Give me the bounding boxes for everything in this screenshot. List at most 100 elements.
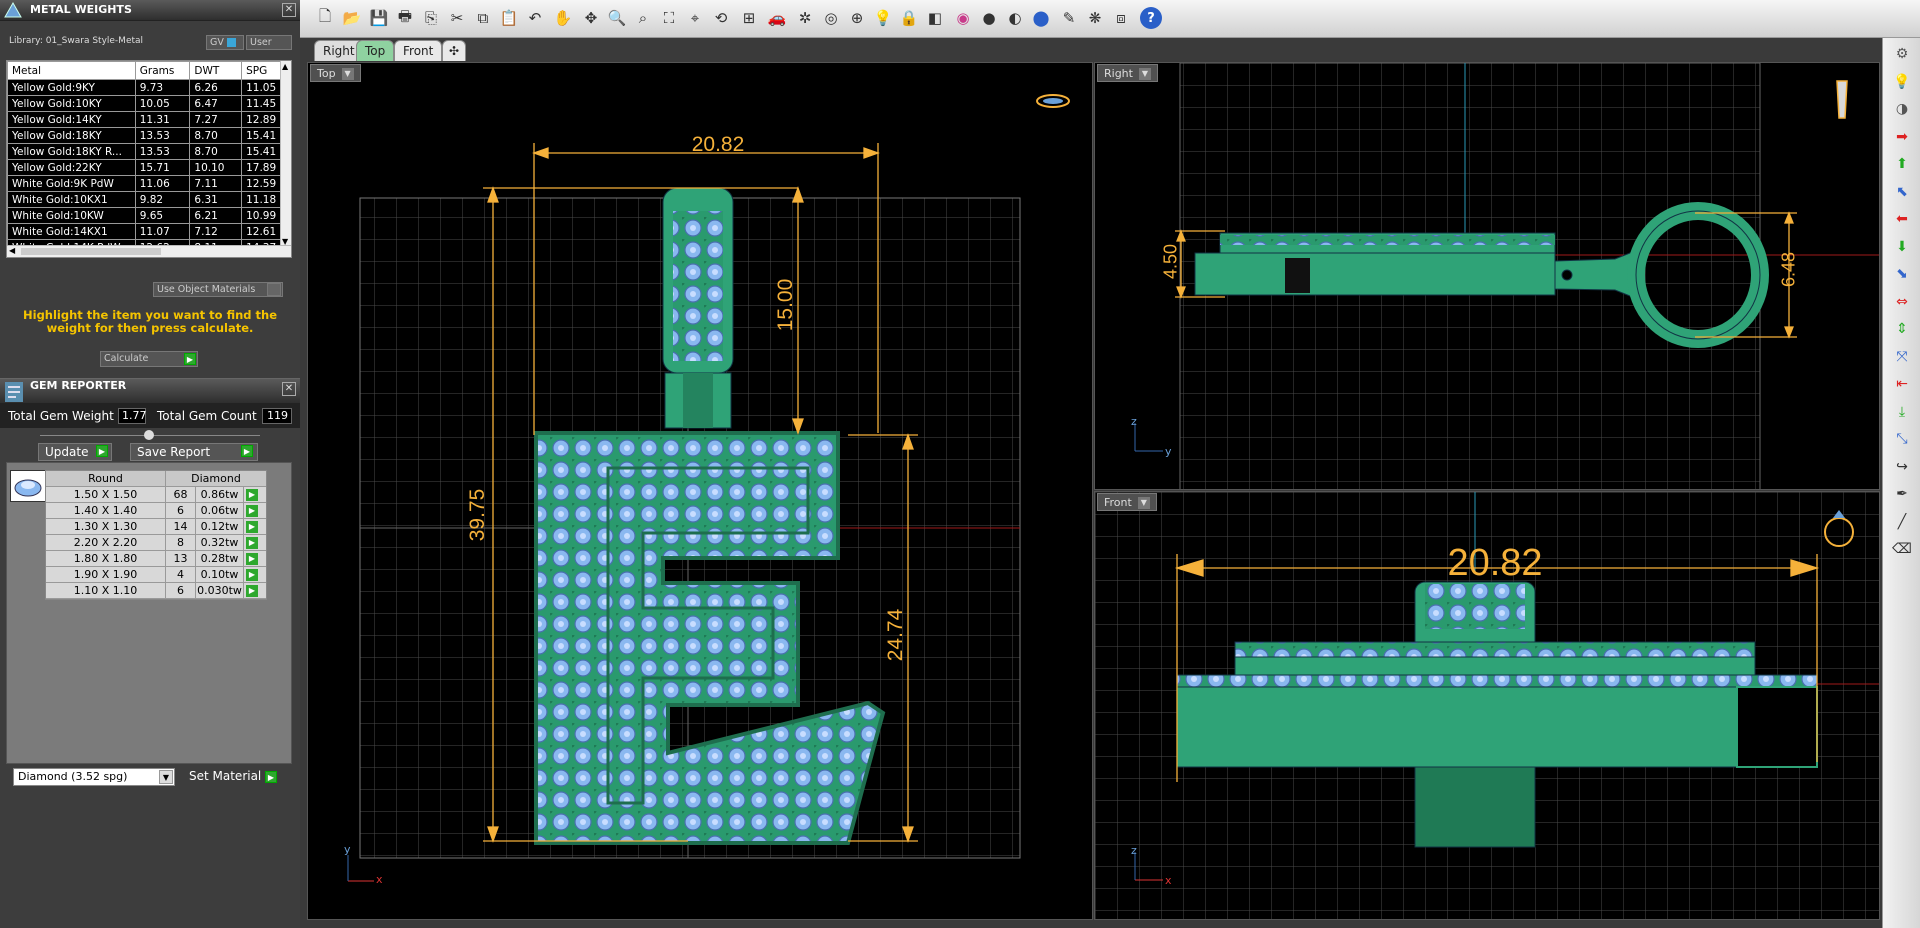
cut-icon[interactable]: ✂ bbox=[446, 7, 468, 29]
move-icon[interactable]: ✥ bbox=[580, 7, 602, 29]
gem-row[interactable]: 1.30 X 1.30 14 0.12tw ▶ bbox=[46, 519, 266, 535]
sphere-icon[interactable]: ◑ bbox=[1891, 99, 1913, 119]
save-report-go-icon[interactable]: ▶ bbox=[241, 445, 253, 457]
round-gem-icon[interactable] bbox=[10, 470, 46, 502]
compress-x-icon[interactable]: ⇤ bbox=[1891, 374, 1913, 394]
stretch-x-icon[interactable]: ⇔ bbox=[1891, 292, 1913, 312]
curve-icon[interactable]: ↪ bbox=[1891, 457, 1913, 477]
chevron-down-icon[interactable]: ▼ bbox=[1137, 497, 1150, 509]
arrow-right-icon[interactable]: ➡ bbox=[1891, 127, 1913, 147]
metal-row[interactable]: Yellow Gold:9KY 9.73 6.26 11.05 bbox=[7, 79, 283, 96]
col-dwt[interactable]: DWT bbox=[189, 61, 243, 80]
help-icon[interactable]: ? bbox=[1140, 7, 1162, 29]
compress-y-icon[interactable]: ⤓ bbox=[1891, 402, 1913, 422]
add-tab-icon[interactable]: ✣ bbox=[442, 40, 467, 61]
col-spg[interactable]: SPG bbox=[241, 61, 283, 80]
scale-down-icon[interactable]: ⬊ bbox=[1891, 264, 1913, 284]
chevron-down-icon[interactable]: ▼ bbox=[1138, 68, 1151, 80]
user-toggle[interactable]: User bbox=[246, 35, 292, 50]
arrow-up-icon[interactable]: ⬆ bbox=[1891, 154, 1913, 174]
gem-row-go-icon[interactable]: ▶ bbox=[244, 583, 260, 598]
metal-row[interactable]: White Gold:10KW 9.65 6.21 10.99 bbox=[7, 207, 283, 224]
gv-toggle[interactable]: GV bbox=[206, 35, 244, 50]
gumball-icon[interactable]: ⊕ bbox=[846, 7, 868, 29]
slider-handle[interactable] bbox=[144, 430, 154, 440]
snap-icon[interactable]: ✲ bbox=[794, 7, 816, 29]
lock-icon[interactable]: 🔒 bbox=[898, 7, 920, 29]
blue-sphere-icon[interactable]: ⬤ bbox=[1030, 7, 1052, 29]
pan-icon[interactable]: ✋ bbox=[552, 7, 574, 29]
copy-icon[interactable]: ⧉ bbox=[472, 7, 494, 29]
metal-table-hscroll[interactable]: ◀ bbox=[7, 245, 291, 257]
metal-row[interactable]: White Gold:14KX1 11.07 7.12 12.61 bbox=[7, 223, 283, 240]
chevron-down-icon[interactable]: ▼ bbox=[159, 770, 173, 784]
color-wheel-icon[interactable]: ◉ bbox=[952, 7, 974, 29]
zoom-selected-icon[interactable]: ⌖ bbox=[684, 7, 706, 29]
viewport-top-label[interactable]: Top ▼ bbox=[310, 64, 361, 82]
highlight-icon[interactable]: ✎ bbox=[1058, 7, 1080, 29]
transform-icon[interactable]: ⧈ bbox=[1110, 7, 1132, 29]
gem-row[interactable]: 2.20 X 2.20 8 0.32tw ▶ bbox=[46, 535, 266, 551]
save-report-button[interactable]: Save Report bbox=[130, 443, 258, 461]
stretch-z-icon[interactable]: ⤧ bbox=[1891, 347, 1913, 367]
viewport-right[interactable]: Right ▼ 4.50 6.48 z y bbox=[1094, 62, 1880, 490]
gem-row[interactable]: 1.80 X 1.80 13 0.28tw ▶ bbox=[46, 551, 266, 567]
viewport-front-label[interactable]: Front ▼ bbox=[1097, 493, 1157, 511]
chevron-down-icon[interactable]: ▼ bbox=[341, 68, 354, 80]
metal-row[interactable]: Yellow Gold:10KY 10.05 6.47 11.45 bbox=[7, 95, 283, 112]
gem-row-go-icon[interactable]: ▶ bbox=[244, 487, 260, 502]
render-sphere-icon[interactable]: ● bbox=[978, 7, 1000, 29]
zoom-window-icon[interactable]: ⌕ bbox=[632, 7, 654, 29]
use-object-materials-toggle[interactable] bbox=[267, 283, 281, 296]
viewport-right-label[interactable]: Right ▼ bbox=[1097, 64, 1158, 82]
gem-row-go-icon[interactable]: ▶ bbox=[244, 551, 260, 566]
tab-top[interactable]: Top bbox=[356, 40, 395, 61]
use-object-materials-field[interactable]: Use Object Materials bbox=[153, 282, 283, 297]
metal-row[interactable]: Yellow Gold:22KY 15.71 10.10 17.89 bbox=[7, 159, 283, 176]
metal-row[interactable]: Yellow Gold:18KY R... 13.53 8.70 15.41 bbox=[7, 143, 283, 160]
new-file-icon[interactable]: 🗋 bbox=[314, 7, 336, 29]
gem-row[interactable]: 1.90 X 1.90 4 0.10tw ▶ bbox=[46, 567, 266, 583]
close-icon[interactable]: ✕ bbox=[282, 382, 296, 396]
metal-row[interactable]: Yellow Gold:14KY 11.31 7.27 12.89 bbox=[7, 111, 283, 128]
gem-row[interactable]: 1.10 X 1.10 6 0.030tw ▶ bbox=[46, 583, 266, 599]
metal-row[interactable]: Yellow Gold:18KY 13.53 8.70 15.41 bbox=[7, 127, 283, 144]
scale-up-icon[interactable]: ⬉ bbox=[1891, 182, 1913, 202]
calculate-go-icon[interactable]: ▶ bbox=[184, 353, 196, 365]
save-icon[interactable]: 💾 bbox=[368, 7, 390, 29]
stretch-y-icon[interactable]: ⇕ bbox=[1891, 319, 1913, 339]
gem-row-go-icon[interactable]: ▶ bbox=[244, 535, 260, 550]
compress-z-icon[interactable]: ⤡ bbox=[1891, 429, 1913, 449]
set-material-go-icon[interactable]: ▶ bbox=[265, 771, 277, 783]
four-view-icon[interactable]: ⊞ bbox=[738, 7, 760, 29]
gem-row-go-icon[interactable]: ▶ bbox=[244, 519, 260, 534]
bulb-icon[interactable]: 💡 bbox=[1891, 72, 1913, 92]
gem-row[interactable]: 1.40 X 1.40 6 0.06tw ▶ bbox=[46, 503, 266, 519]
line-icon[interactable]: ╱ bbox=[1891, 512, 1913, 532]
close-icon[interactable]: ✕ bbox=[282, 3, 296, 17]
metal-row[interactable]: White Gold:9K PdW 11.06 7.11 12.59 bbox=[7, 175, 283, 192]
gem-row-go-icon[interactable]: ▶ bbox=[244, 567, 260, 582]
metal-table-vscroll[interactable]: ▲ ▼ bbox=[280, 61, 291, 257]
open-folder-icon[interactable]: 📂 bbox=[341, 7, 363, 29]
rotate-view-icon[interactable]: ⟲ bbox=[710, 7, 732, 29]
col-grams[interactable]: Grams bbox=[134, 61, 191, 80]
zoom-icon[interactable]: 🔍 bbox=[606, 7, 628, 29]
zoom-extents-icon[interactable]: ⛶ bbox=[658, 7, 680, 29]
osnap-icon[interactable]: ◎ bbox=[820, 7, 842, 29]
col-metal[interactable]: Metal bbox=[7, 61, 136, 80]
paste-icon[interactable]: 📋 bbox=[498, 7, 520, 29]
undo-icon[interactable]: ↶ bbox=[524, 7, 546, 29]
arrow-down-icon[interactable]: ⬇ bbox=[1891, 237, 1913, 257]
print-icon[interactable]: 🖶 bbox=[394, 7, 416, 29]
shaded-sphere-icon[interactable]: ◐ bbox=[1004, 7, 1026, 29]
gem-row-go-icon[interactable]: ▶ bbox=[244, 503, 260, 518]
eraser-icon[interactable]: ⌫ bbox=[1891, 539, 1913, 559]
gem-row[interactable]: 1.50 X 1.50 68 0.86tw ▶ bbox=[46, 487, 266, 503]
viewport-top[interactable]: Top ▼ 20.82 15.00 39.75 24.74 x y bbox=[307, 62, 1093, 920]
arrow-left-icon[interactable]: ⬅ bbox=[1891, 209, 1913, 229]
viewport-front[interactable]: Front ▼ 20.82 z x bbox=[1094, 491, 1880, 920]
material-select[interactable]: Diamond (3.52 spg) ▼ bbox=[13, 768, 175, 786]
gems-icon[interactable]: ❋ bbox=[1084, 7, 1106, 29]
settings-gear-icon[interactable]: ⚙ bbox=[1891, 44, 1913, 64]
